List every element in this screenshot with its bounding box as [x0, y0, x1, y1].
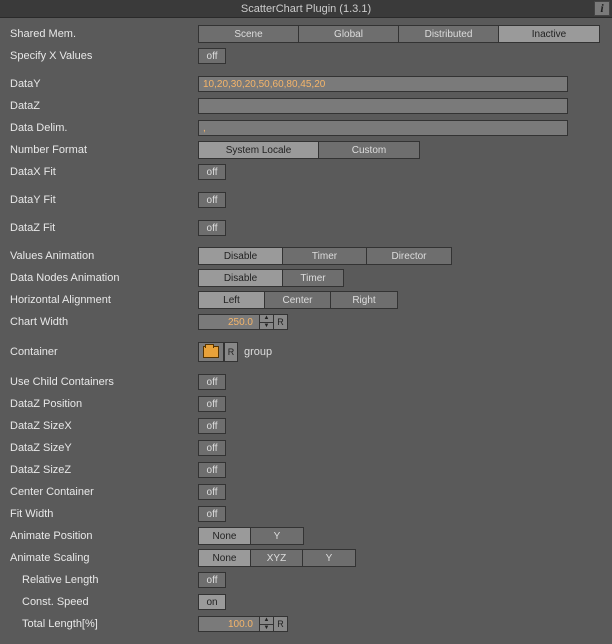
- shared-mem-label: Shared Mem.: [8, 28, 198, 40]
- total-len-label: Total Length[%]: [8, 618, 198, 630]
- rel-len-toggle[interactable]: off: [198, 572, 226, 588]
- total-len-reset[interactable]: R: [274, 616, 288, 632]
- anim-pos-seg: None Y: [198, 527, 304, 545]
- dz-sy-toggle[interactable]: off: [198, 440, 226, 456]
- chart-width-label: Chart Width: [8, 316, 198, 328]
- anim-scale-xyz[interactable]: XYZ: [251, 550, 303, 566]
- dz-sx-label: DataZ SizeX: [8, 420, 198, 432]
- chart-width-reset[interactable]: R: [274, 314, 288, 330]
- data-delim-field[interactable]: ,: [198, 120, 568, 136]
- use-child-toggle[interactable]: off: [198, 374, 226, 390]
- specify-x-toggle[interactable]: off: [198, 48, 226, 64]
- container-label: Container: [8, 346, 198, 358]
- center-c-label: Center Container: [8, 486, 198, 498]
- values-anim-timer[interactable]: Timer: [283, 248, 367, 264]
- nodes-anim-disable[interactable]: Disable: [199, 270, 283, 286]
- chart-width-field[interactable]: 250.0: [198, 314, 260, 330]
- use-child-label: Use Child Containers: [8, 376, 198, 388]
- anim-scale-label: Animate Scaling: [8, 552, 198, 564]
- anim-scale-seg: None XYZ Y: [198, 549, 356, 567]
- info-button[interactable]: i: [594, 1, 610, 16]
- anim-pos-none[interactable]: None: [199, 528, 251, 544]
- shared-mem-scene[interactable]: Scene: [199, 26, 299, 42]
- anim-pos-y[interactable]: Y: [251, 528, 303, 544]
- halign-left[interactable]: Left: [199, 292, 265, 308]
- halign-center[interactable]: Center: [265, 292, 331, 308]
- num-format-label: Number Format: [8, 144, 198, 156]
- container-name: group: [244, 346, 272, 358]
- anim-scale-y[interactable]: Y: [303, 550, 355, 566]
- halign-seg: Left Center Right: [198, 291, 398, 309]
- values-anim-disable[interactable]: Disable: [199, 248, 283, 264]
- dz-pos-toggle[interactable]: off: [198, 396, 226, 412]
- dz-sx-toggle[interactable]: off: [198, 418, 226, 434]
- datay-fit-label: DataY Fit: [8, 194, 198, 206]
- nodes-anim-timer[interactable]: Timer: [283, 270, 343, 286]
- chevron-up-icon[interactable]: ▲: [260, 617, 273, 625]
- num-format-system[interactable]: System Locale: [199, 142, 319, 158]
- fit-w-toggle[interactable]: off: [198, 506, 226, 522]
- data-z-field[interactable]: [198, 98, 568, 114]
- nodes-anim-seg: Disable Timer: [198, 269, 344, 287]
- halign-label: Horizontal Alignment: [8, 294, 198, 306]
- data-y-field[interactable]: 10,20,30,20,50,60,80,45,20: [198, 76, 568, 92]
- total-len-spinner[interactable]: ▲▼: [260, 616, 274, 632]
- values-anim-label: Values Animation: [8, 250, 198, 262]
- data-z-label: DataZ: [8, 100, 198, 112]
- container-reset[interactable]: R: [224, 342, 238, 362]
- num-format-custom[interactable]: Custom: [319, 142, 419, 158]
- chart-width-spinner[interactable]: ▲▼: [260, 314, 274, 330]
- num-format-seg: System Locale Custom: [198, 141, 420, 159]
- dataz-fit-label: DataZ Fit: [8, 222, 198, 234]
- const-sp-label: Const. Speed: [8, 596, 198, 608]
- values-anim-director[interactable]: Director: [367, 248, 451, 264]
- halign-right[interactable]: Right: [331, 292, 397, 308]
- chevron-down-icon[interactable]: ▼: [260, 323, 273, 330]
- dataz-fit-toggle[interactable]: off: [198, 220, 226, 236]
- chevron-up-icon[interactable]: ▲: [260, 315, 273, 323]
- rel-len-label: Relative Length: [8, 574, 198, 586]
- datay-fit-toggle[interactable]: off: [198, 192, 226, 208]
- folder-icon: [203, 346, 219, 358]
- anim-pos-label: Animate Position: [8, 530, 198, 542]
- data-y-label: DataY: [8, 78, 198, 90]
- dz-sy-label: DataZ SizeY: [8, 442, 198, 454]
- nodes-anim-label: Data Nodes Animation: [8, 272, 198, 284]
- datax-fit-label: DataX Fit: [8, 166, 198, 178]
- total-len-field[interactable]: 100.0: [198, 616, 260, 632]
- fit-w-label: Fit Width: [8, 508, 198, 520]
- dz-sz-label: DataZ SizeZ: [8, 464, 198, 476]
- anim-scale-none[interactable]: None: [199, 550, 251, 566]
- dz-sz-toggle[interactable]: off: [198, 462, 226, 478]
- values-anim-seg: Disable Timer Director: [198, 247, 452, 265]
- chevron-down-icon[interactable]: ▼: [260, 625, 273, 632]
- container-drop[interactable]: [198, 342, 224, 362]
- shared-mem-inactive[interactable]: Inactive: [499, 26, 599, 42]
- titlebar: ScatterChart Plugin (1.3.1) i: [0, 0, 612, 18]
- data-delim-label: Data Delim.: [8, 122, 198, 134]
- shared-mem-seg: Scene Global Distributed Inactive: [198, 25, 600, 43]
- center-c-toggle[interactable]: off: [198, 484, 226, 500]
- specify-x-label: Specify X Values: [8, 50, 198, 62]
- dz-pos-label: DataZ Position: [8, 398, 198, 410]
- datax-fit-toggle[interactable]: off: [198, 164, 226, 180]
- shared-mem-distributed[interactable]: Distributed: [399, 26, 499, 42]
- const-sp-toggle[interactable]: on: [198, 594, 226, 610]
- properties-panel: Shared Mem. Scene Global Distributed Ina…: [0, 18, 612, 644]
- shared-mem-global[interactable]: Global: [299, 26, 399, 42]
- window-title: ScatterChart Plugin (1.3.1): [241, 3, 371, 15]
